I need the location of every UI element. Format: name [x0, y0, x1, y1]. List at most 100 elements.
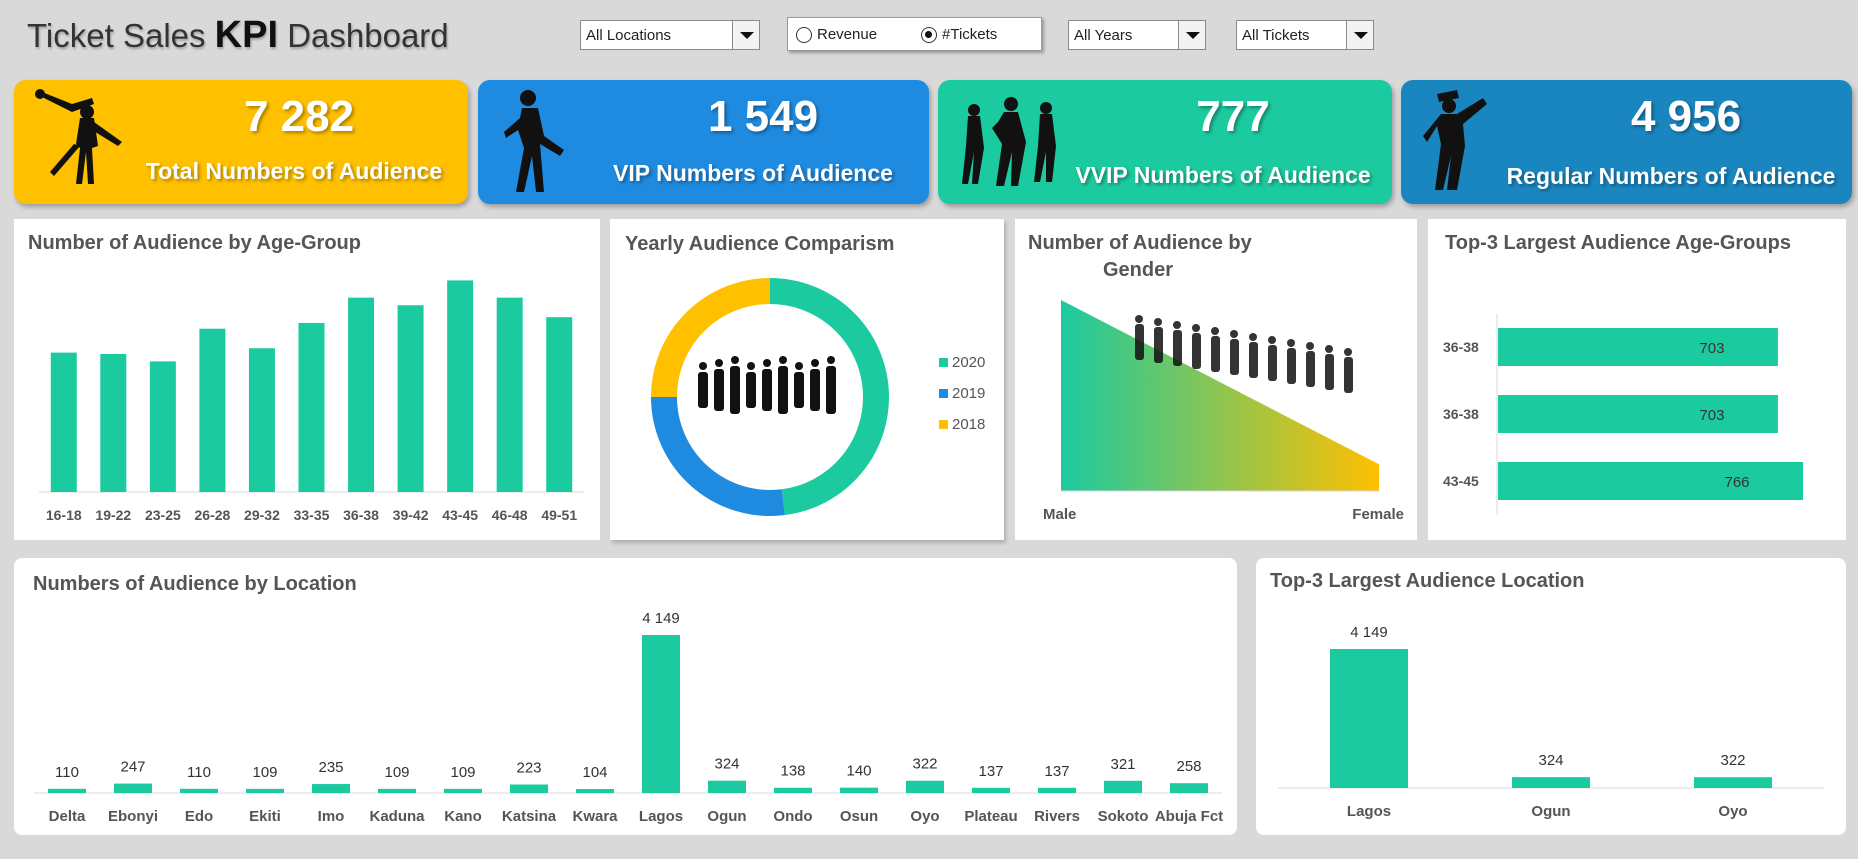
radio-revenue-label: Revenue	[817, 26, 878, 43]
dancer-body	[746, 372, 756, 408]
radio-tickets[interactable]: #Tickets	[921, 26, 997, 43]
gender-area	[1061, 300, 1379, 491]
dancer-head	[1325, 345, 1333, 353]
age-tick-label: 46-48	[492, 507, 528, 523]
tickets-dropdown[interactable]: All Tickets	[1236, 20, 1374, 50]
topage-bar-0	[1498, 328, 1778, 366]
dancer-head	[811, 359, 819, 367]
age-tick-label: 16-18	[46, 507, 82, 523]
dancer-body	[1344, 357, 1353, 393]
location-tick-label: Abuja Fct	[1155, 808, 1223, 825]
crowd-silhouette-icon	[698, 356, 836, 414]
location-bar-Imo	[312, 784, 350, 793]
dancer-body	[1268, 345, 1277, 381]
radio-tickets-label: #Tickets	[942, 26, 998, 43]
gender-chart-panel: Number of Audience by Gender Male Female	[1015, 219, 1417, 540]
age-tick-label: 26-28	[195, 507, 231, 523]
location-dropdown[interactable]: All Locations	[580, 20, 760, 50]
donut-slice-2019	[651, 396, 785, 516]
location-data-label: 109	[384, 764, 409, 781]
radio-circle-icon	[796, 26, 812, 43]
title-prefix: Ticket Sales	[27, 17, 215, 54]
location-data-label: 4 149	[642, 610, 680, 627]
chevron-down-icon[interactable]	[732, 21, 759, 49]
location-tick-label: Kano	[444, 808, 482, 825]
dancer-body	[1173, 330, 1182, 366]
location-tick-label: Kaduna	[369, 808, 425, 825]
kpi-card-vvip: 777 VVIP Numbers of Audience	[938, 80, 1392, 204]
years-dropdown[interactable]: All Years	[1068, 20, 1206, 50]
location-data-label: 321	[1110, 756, 1135, 773]
kpi-card-regular: 4 956 Regular Numbers of Audience	[1401, 80, 1852, 204]
top3-location-bar-chart: 4 149 Lagos 324 Ogun 322 Oyo	[1278, 624, 1824, 820]
location-tick-label: Imo	[318, 808, 345, 825]
dancer-head	[699, 362, 707, 370]
kpi-total-label: Total Numbers of Audience	[145, 158, 443, 184]
dancer-head	[1249, 333, 1257, 341]
kpi-regular-label: Regular Numbers of Audience	[1506, 163, 1836, 189]
dancer-body	[1154, 327, 1163, 363]
toploc-data-label: 322	[1720, 752, 1745, 769]
location-bar-Lagos	[642, 635, 680, 793]
location-bar-Ekiti	[246, 788, 284, 793]
age-tick-label: 43-45	[442, 507, 478, 523]
location-bar-Ebonyi	[114, 783, 152, 793]
kpi-regular-value: 4 956	[1630, 92, 1742, 141]
toploc-data-label: 4 149	[1350, 624, 1388, 641]
location-dropdown-value: All Locations	[586, 27, 672, 44]
legend-swatch-2019	[939, 389, 948, 398]
location-tick-label: Osun	[840, 808, 878, 825]
dancer-body	[1325, 354, 1334, 390]
toploc-tick-label: Lagos	[1347, 803, 1391, 820]
location-bar-Sokoto	[1104, 780, 1142, 793]
chevron-down-icon[interactable]	[1346, 21, 1373, 49]
years-dropdown-value: All Years	[1074, 27, 1133, 44]
dancer-head	[1306, 342, 1314, 350]
location-data-label: 140	[846, 763, 871, 780]
dancer-head	[763, 359, 771, 367]
title-suffix: Dashboard	[278, 17, 449, 54]
location-data-label: 110	[55, 764, 79, 781]
age-bar-16-18	[50, 352, 77, 492]
toploc-bar-Oyo	[1694, 777, 1772, 788]
age-bar-23-25	[149, 361, 176, 492]
age-bar-33-35	[298, 322, 325, 492]
chevron-down-icon[interactable]	[1178, 21, 1205, 49]
location-tick-label: Plateau	[964, 808, 1017, 825]
location-data-label: 137	[1044, 763, 1069, 780]
topage-data-label: 703	[1699, 340, 1724, 357]
dancer-body	[1249, 342, 1258, 378]
location-bar-Katsina	[510, 784, 548, 793]
location-tick-label: Delta	[49, 808, 86, 825]
top3-location-panel: Top-3 Largest Audience Location 4 149 Lag…	[1256, 558, 1846, 835]
location-bar-Kwara	[576, 789, 614, 793]
kpi-card-vip: 1 549 VIP Numbers of Audience	[478, 80, 929, 204]
tickets-dropdown-value: All Tickets	[1242, 27, 1310, 44]
kpi-vip-value: 1 549	[707, 92, 819, 141]
age-group-bar-chart: 16-18 19-22 23-25 26-28 29-32 33-35 36-38 39-42…	[39, 280, 584, 523]
dancer-head	[827, 356, 835, 364]
age-bar-36-38	[348, 297, 375, 492]
location-data-label: 137	[978, 763, 1003, 780]
dancer-head	[747, 362, 755, 370]
age-bar-49-51	[546, 317, 573, 492]
location-tick-label: Edo	[185, 808, 213, 825]
dancer-body	[1192, 333, 1201, 369]
title-kpi: KPI	[214, 14, 279, 56]
dancer-body	[778, 366, 788, 414]
dancer-body	[1230, 339, 1239, 375]
location-bar-Abuja Fct	[1170, 783, 1208, 793]
location-bar-chart: 110 Delta 247 Ebonyi 110 Edo 109 Ekiti 235 Imo 109…	[34, 610, 1223, 825]
age-bar-26-28	[199, 328, 226, 492]
dancer-head	[1211, 327, 1219, 335]
dancer-head	[1344, 348, 1352, 356]
location-data-label: 109	[252, 764, 277, 781]
dashboard-title: Ticket Sales KPI Dashboard	[27, 14, 449, 57]
location-bar-Ogun	[708, 780, 746, 793]
age-tick-label: 19-22	[95, 507, 131, 523]
toploc-bar-Ogun	[1512, 777, 1590, 788]
location-data-label: 109	[450, 764, 475, 781]
location-tick-label: Katsina	[502, 808, 557, 825]
radio-revenue[interactable]: Revenue	[796, 26, 877, 43]
topage-bar-1	[1498, 395, 1778, 433]
